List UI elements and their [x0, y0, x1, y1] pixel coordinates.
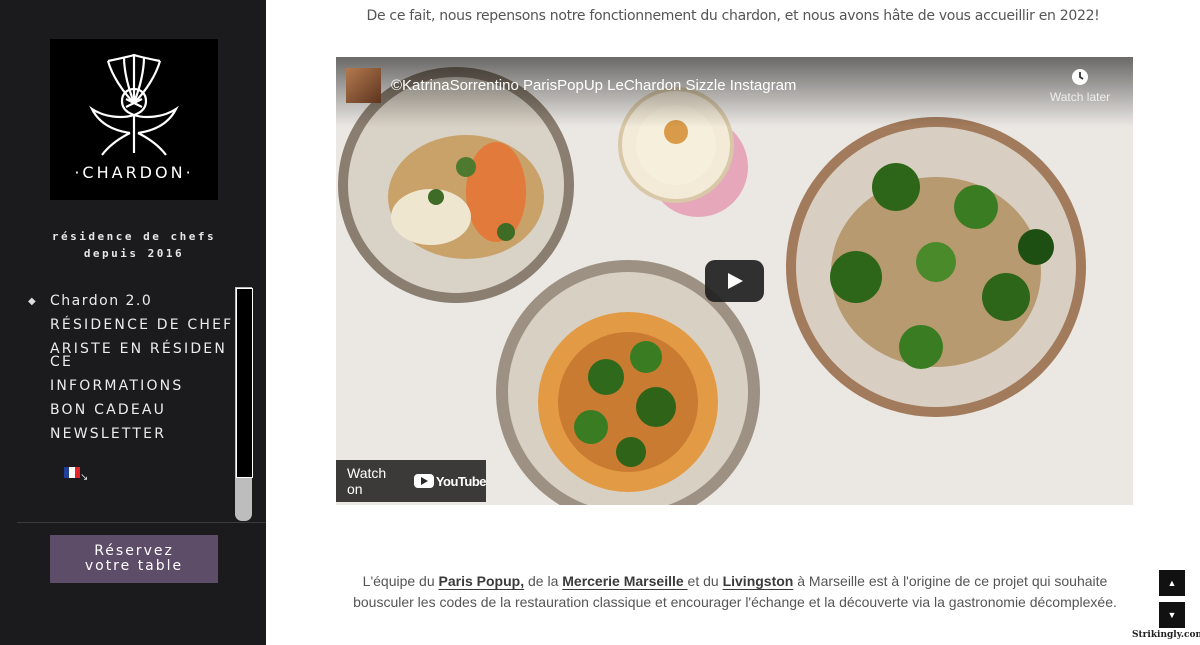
nav-item-label: BON CADEAU [50, 402, 167, 418]
para-text-1: L'équipe du [362, 573, 439, 589]
intro-text: De ce fait, nous repensons notre fonctio… [366, 8, 1100, 24]
clock-icon [1072, 69, 1088, 85]
watch-later-button[interactable]: Watch later [1045, 68, 1115, 104]
mercerie-marseille-link[interactable]: Mercerie Marseille [562, 573, 687, 589]
reserve-line-1: Réservez [94, 543, 174, 559]
nav-item-label: Chardon 2.0 [50, 293, 153, 309]
sidebar-nav: ◆ Chardon 2.0 RÉSIDENCE DE CHEF ARISTE E… [24, 290, 234, 447]
play-icon [728, 273, 743, 289]
nav-item-label: ARISTE EN RÉSIDENCE [50, 341, 228, 370]
tagline-line-2: depuis 2016 [83, 247, 185, 260]
reserve-line-2: votre table [84, 558, 184, 574]
tagline-line-1: résidence de chefs [51, 230, 217, 243]
active-diamond-icon: ◆ [28, 296, 38, 307]
para-text-2: de la [524, 573, 563, 589]
nav-item-bon-cadeau[interactable]: BON CADEAU [24, 399, 234, 423]
french-flag-icon[interactable] [64, 467, 80, 478]
reserve-table-button[interactable]: Réservez votre table [50, 535, 218, 583]
nav-item-informations[interactable]: INFORMATIONS [24, 375, 234, 399]
language-arrow-icon: ↘ [80, 472, 89, 483]
tagline: résidence de chefs depuis 2016 [40, 228, 228, 262]
nav-item-ariste-en-residence[interactable]: ARISTE EN RÉSIDENCE [24, 338, 234, 375]
logo-text: ·CHARDON· [74, 163, 194, 182]
youtube-video-embed[interactable]: ©KatrinaSorrentino ParisPopUp LeChardon … [336, 57, 1133, 505]
paris-popup-link[interactable]: Paris Popup, [439, 573, 525, 589]
nav-item-newsletter[interactable]: NEWSLETTER [24, 423, 234, 447]
nav-item-residence-de-chef[interactable]: RÉSIDENCE DE CHEF [24, 314, 234, 338]
scroll-down-button[interactable]: ▼ [1159, 602, 1185, 628]
livingston-link[interactable]: Livingston [723, 573, 794, 589]
description-paragraph: L'équipe du Paris Popup, de la Mercerie … [340, 571, 1130, 613]
watch-later-label: Watch later [1049, 90, 1111, 104]
nav-item-label: INFORMATIONS [50, 378, 184, 394]
video-title[interactable]: ©KatrinaSorrentino ParisPopUp LeChardon … [391, 77, 796, 94]
play-button[interactable] [705, 260, 764, 302]
watch-on-label: Watch on [347, 465, 387, 497]
watch-on-youtube-button[interactable]: Watch on YouTube [336, 460, 487, 502]
thistle-icon [89, 53, 179, 156]
nav-item-chardon-2-0[interactable]: ◆ Chardon 2.0 [24, 290, 234, 314]
youtube-logo-icon: YouTube [413, 473, 487, 489]
para-text-3: et du [687, 573, 723, 589]
strikingly-badge[interactable]: Strikingly.com [1132, 630, 1200, 640]
sidebar-divider [17, 522, 266, 523]
nav-scrollbar-thumb[interactable] [236, 288, 253, 478]
sidebar: ·CHARDON· résidence de chefs depuis 2016… [0, 0, 266, 645]
channel-avatar[interactable] [346, 68, 381, 103]
scroll-up-button[interactable]: ▲ [1159, 570, 1185, 596]
chardon-logo[interactable]: ·CHARDON· [50, 39, 218, 200]
youtube-wordmark: YouTube [435, 473, 487, 489]
nav-item-label: RÉSIDENCE DE CHEF [50, 317, 234, 333]
nav-item-label: NEWSLETTER [50, 426, 167, 442]
